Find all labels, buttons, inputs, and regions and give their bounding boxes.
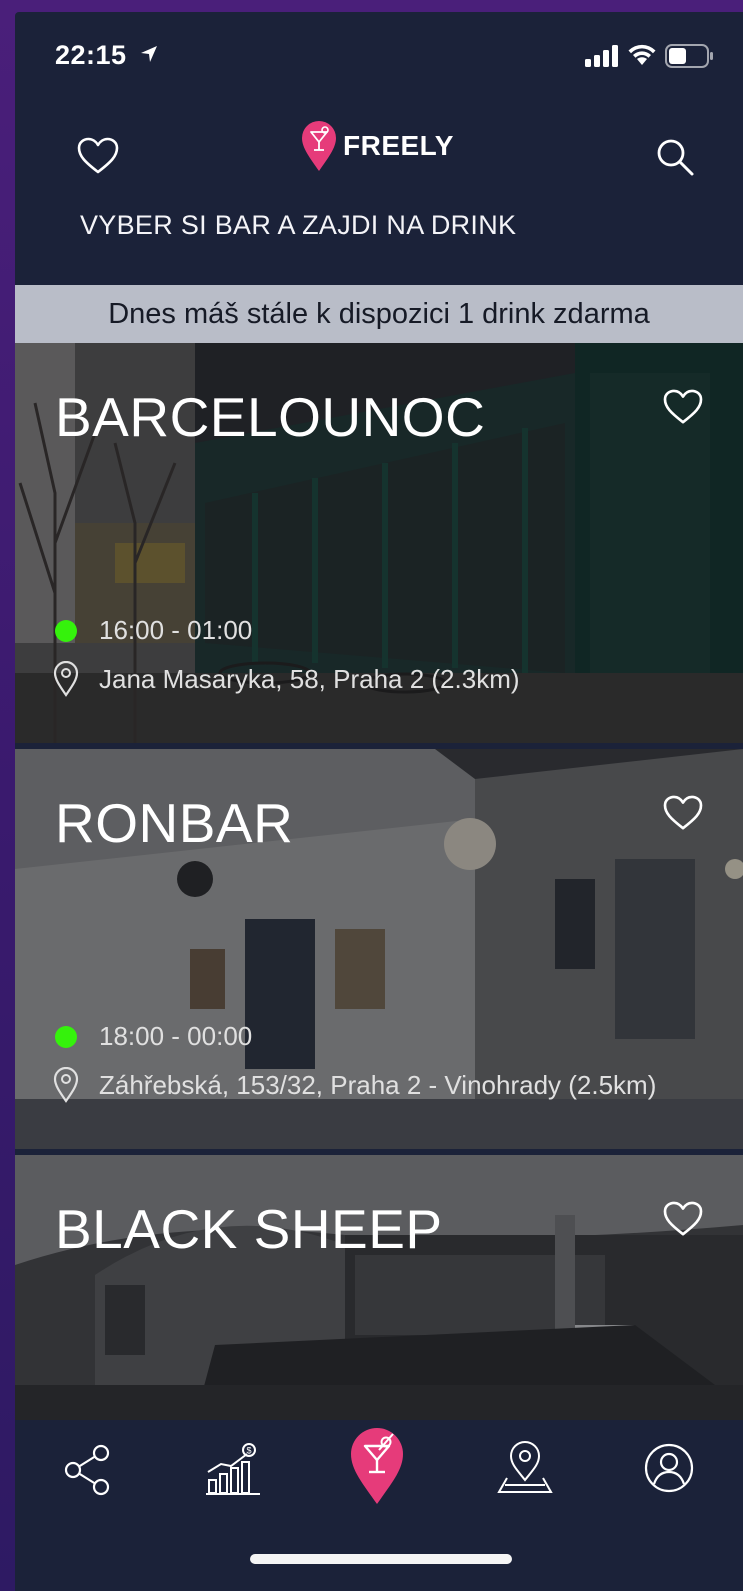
status-bar: 22:15 — [15, 12, 743, 102]
bar-name: BARCELOUNOC — [55, 386, 486, 448]
svg-text:$: $ — [246, 1446, 251, 1456]
wifi-icon — [628, 44, 656, 65]
hours-text: 16:00 - 01:00 — [99, 615, 253, 645]
map-icon[interactable] — [497, 1440, 553, 1496]
opening-hours: 18:00 - 00:00 — [55, 1021, 252, 1052]
share-icon[interactable] — [63, 1444, 113, 1496]
app-logo: FREELY — [301, 120, 454, 172]
app-name: FREELY — [343, 130, 454, 161]
location-arrow-icon — [141, 46, 157, 62]
bar-card[interactable]: RONBAR 18:00 - 00:00 Záhřebská, 153/32, … — [15, 749, 743, 1149]
location-pin-icon — [53, 661, 79, 697]
drink-pin-icon[interactable] — [349, 1426, 405, 1506]
app-screen: 22:15 FREELY VYBER SI BAR A ZAJDI NA DRI… — [15, 12, 743, 1591]
hours-text: 18:00 - 00:00 — [99, 1021, 253, 1051]
stats-icon[interactable]: $ — [205, 1442, 261, 1496]
opening-hours: 16:00 - 01:00 — [55, 615, 252, 646]
drink-pin-logo-icon — [302, 121, 336, 171]
profile-icon[interactable] — [643, 1442, 695, 1494]
open-status-indicator — [55, 619, 77, 642]
home-indicator[interactable] — [250, 1554, 512, 1564]
bottom-tab-bar: $ — [15, 1420, 743, 1591]
tagline: VYBER SI BAR A ZAJDI NA DRINK — [80, 210, 517, 240]
battery-icon — [665, 44, 713, 68]
search-icon[interactable] — [655, 137, 695, 177]
photo-overlay — [15, 1155, 743, 1420]
bar-card[interactable]: BARCELOUNOC 16:00 - 01:00 Jana Masaryka,… — [15, 343, 743, 743]
free-drink-text: Dnes máš stále k dispozici 1 drink zdarm… — [108, 297, 650, 330]
favorites-heart-icon[interactable] — [77, 137, 119, 175]
bar-name: BLACK SHEEP — [55, 1198, 443, 1260]
open-status-indicator — [55, 1025, 77, 1048]
header: FREELY — [15, 102, 743, 202]
favorite-heart-icon[interactable] — [663, 389, 703, 425]
address-text: Záhřebská, 153/32, Praha 2 - Vinohrady (… — [99, 1069, 657, 1100]
bar-name: RONBAR — [55, 792, 294, 854]
favorite-heart-icon[interactable] — [663, 795, 703, 831]
location-pin-icon — [53, 1067, 79, 1103]
free-drink-banner: Dnes máš stále k dispozici 1 drink zdarm… — [15, 285, 743, 343]
signal-icon — [585, 45, 618, 67]
favorite-heart-icon[interactable] — [663, 1201, 703, 1237]
address: Jana Masaryka, 58, Praha 2 (2.3km) — [53, 661, 520, 697]
address-text: Jana Masaryka, 58, Praha 2 (2.3km) — [99, 663, 520, 694]
address: Záhřebská, 153/32, Praha 2 - Vinohrady (… — [53, 1067, 656, 1103]
status-time: 22:15 — [55, 40, 127, 70]
bar-card[interactable]: BLACK SHEEP — [15, 1155, 743, 1420]
